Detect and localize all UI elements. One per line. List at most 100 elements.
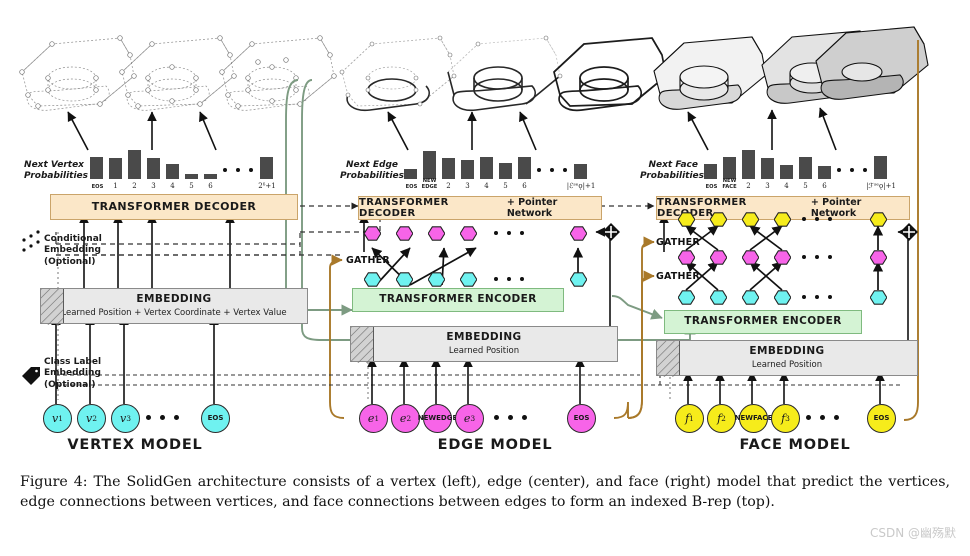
embedding-subtitle: Learned Position bbox=[448, 345, 520, 356]
token-eos-edge[interactable]: EOS bbox=[567, 404, 596, 433]
bar bbox=[499, 163, 512, 179]
edge-token-arrows bbox=[367, 357, 585, 404]
bar bbox=[109, 158, 122, 179]
encoder-label: TRANSFORMER ENCODER bbox=[379, 293, 537, 306]
hexagon-magenta bbox=[396, 226, 413, 241]
hexagon-magenta bbox=[460, 226, 477, 241]
hexagon-cyan bbox=[428, 272, 445, 287]
gather-label-face-upper: GATHER bbox=[656, 237, 700, 248]
bar bbox=[518, 157, 531, 179]
next-vertex-probabilities-label: Next Vertex Probabilities bbox=[24, 160, 89, 182]
ellipsis bbox=[494, 415, 527, 420]
hexagon-yellow bbox=[742, 212, 759, 227]
bar-tick: 3 bbox=[765, 182, 770, 190]
encoder-label: TRANSFORMER ENCODER bbox=[684, 315, 842, 328]
hexagon-cyan bbox=[460, 272, 477, 287]
ellipsis bbox=[494, 277, 524, 281]
conditional-embedding-annotation: Conditional Embedding (Optional) bbox=[44, 234, 102, 267]
token-e1[interactable]: e1 bbox=[359, 404, 388, 433]
gather-label-edge: GATHER bbox=[346, 255, 390, 266]
vertex-bar-chart: EOS 1 2 3 4 5 6 2ᵟ+1 bbox=[90, 148, 280, 190]
hexagon-magenta bbox=[870, 250, 887, 265]
token-v1[interactable]: v1 bbox=[43, 404, 72, 433]
bar-tick: EOS bbox=[705, 183, 718, 190]
hexagon-yellow bbox=[678, 212, 695, 227]
next-edge-probabilities-label: Next Edge Probabilities bbox=[340, 160, 405, 182]
bar bbox=[423, 151, 436, 179]
token-f2[interactable]: f2 bbox=[707, 404, 736, 433]
hexagon-yellow bbox=[710, 212, 727, 227]
bar bbox=[480, 157, 493, 179]
bar-tick: 3 bbox=[465, 182, 470, 190]
token-v2[interactable]: v2 bbox=[77, 404, 106, 433]
bar-tick: 2 bbox=[446, 182, 451, 190]
token-f1[interactable]: f1 bbox=[675, 404, 704, 433]
edge-embedding[interactable]: EMBEDDING Learned Position bbox=[350, 326, 618, 363]
edge-transformer-encoder[interactable]: TRANSFORMER ENCODER bbox=[352, 288, 564, 312]
face-pointer-crossing-arrows-lower bbox=[685, 261, 884, 291]
hexagon-cyan bbox=[742, 290, 759, 305]
decoder-label: TRANSFORMER DECODER bbox=[359, 197, 449, 219]
vertex-transformer-decoder[interactable]: TRANSFORMER DECODER bbox=[50, 194, 298, 220]
bar bbox=[799, 157, 812, 179]
decoder-suffix: + Pointer Network bbox=[506, 197, 558, 219]
token-e3[interactable]: e3 bbox=[455, 404, 484, 433]
ellipsis bbox=[802, 255, 832, 259]
edge-transformer-decoder[interactable]: TRANSFORMER DECODER + Pointer Network bbox=[358, 196, 602, 220]
diagram-vector-layer bbox=[19, 26, 929, 421]
hatch-block bbox=[351, 327, 374, 363]
vertex-model-name: VERTEX MODEL bbox=[67, 437, 203, 453]
ellipsis bbox=[806, 415, 839, 420]
bar-tick: 2 bbox=[132, 182, 137, 190]
bar bbox=[818, 166, 831, 179]
hexagon-magenta bbox=[364, 226, 381, 241]
brep-wireframe-edge-2 bbox=[447, 35, 563, 112]
token-new-face[interactable]: NEW FACE bbox=[735, 404, 772, 433]
watermark: CSDN @幽殇默 bbox=[869, 526, 956, 540]
face-embedding[interactable]: EMBEDDING Learned Position bbox=[656, 340, 918, 377]
bar-tick: 2 bbox=[746, 182, 751, 190]
hexagon-cyan bbox=[396, 272, 413, 287]
bar-tick: 5 bbox=[189, 182, 194, 190]
bar bbox=[404, 169, 417, 179]
embedding-title: EMBEDDING bbox=[749, 345, 825, 358]
edge-encoder-to-gather bbox=[595, 227, 611, 340]
bar bbox=[574, 164, 587, 179]
embedding-subtitle: Learned Position bbox=[751, 359, 823, 370]
hexagon-magenta bbox=[774, 250, 791, 265]
hexagon-cyan bbox=[678, 290, 695, 305]
hexagon-magenta bbox=[570, 226, 587, 241]
edge-bar-chart: EOS NEW EDGE 2 3 4 5 6 |ℰˢᵉǫ|+1 bbox=[404, 148, 595, 190]
hexagon-magenta bbox=[742, 250, 759, 265]
token-e2[interactable]: e2 bbox=[391, 404, 420, 433]
token-eos-face[interactable]: EOS bbox=[867, 404, 896, 433]
bar-tick: 6 bbox=[522, 182, 527, 190]
vertex-embedding-to-decoder bbox=[79, 213, 235, 288]
bar-tick: 2ᵟ+1 bbox=[258, 182, 276, 190]
vertex-embedding[interactable]: EMBEDDING Learned Position + Vertex Coor… bbox=[40, 288, 308, 325]
ellipsis bbox=[223, 168, 253, 172]
bar bbox=[442, 158, 455, 179]
flow-line-edge-to-face-encoder bbox=[611, 295, 663, 320]
token-v3[interactable]: v3 bbox=[111, 404, 140, 433]
face-transformer-encoder[interactable]: TRANSFORMER ENCODER bbox=[664, 310, 862, 334]
bar bbox=[147, 158, 160, 179]
bar-tick: NEW EDGE bbox=[421, 178, 438, 190]
bar-tick: |ℰˢᵉǫ|+1 bbox=[566, 182, 596, 190]
hexagon-cyan bbox=[364, 272, 381, 287]
token-new-edge[interactable]: NEW EDGE bbox=[418, 404, 457, 433]
bar bbox=[761, 158, 774, 179]
hatch-block bbox=[41, 289, 64, 325]
token-f3[interactable]: f3 bbox=[771, 404, 800, 433]
token-eos-vertex[interactable]: EOS bbox=[201, 404, 230, 433]
bar bbox=[166, 164, 179, 179]
bar-tick: 4 bbox=[170, 182, 175, 190]
decoder-suffix: + Pointer Network bbox=[810, 197, 862, 219]
sample-arrows bbox=[67, 107, 837, 151]
pointer-sum-node-face bbox=[900, 223, 918, 241]
bar bbox=[90, 157, 103, 179]
hexagon-yellow bbox=[774, 212, 791, 227]
ellipsis bbox=[802, 217, 832, 221]
bar bbox=[723, 157, 736, 179]
bar-tick: 4 bbox=[484, 182, 489, 190]
